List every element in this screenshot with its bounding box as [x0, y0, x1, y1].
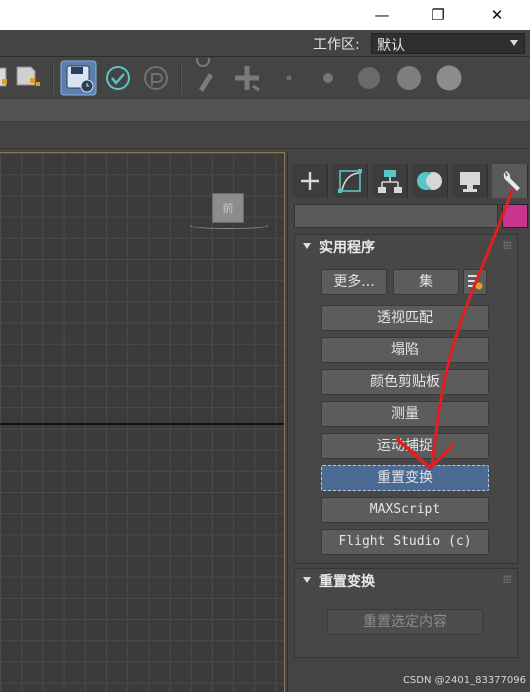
ribbon-strip	[0, 98, 530, 122]
object-name-field[interactable]	[294, 204, 498, 228]
main-toolbar	[0, 58, 530, 98]
brush-size-5-icon[interactable]	[436, 65, 462, 91]
tab-motion[interactable]	[412, 164, 448, 198]
hierarchy-icon	[378, 170, 402, 193]
utilities-rollout-header[interactable]: 实用程序	[295, 235, 517, 257]
display-monitor-icon	[460, 172, 480, 192]
tab-utilities[interactable]	[492, 164, 528, 198]
motion-capture-button[interactable]: 运动捕捉	[321, 433, 489, 459]
reset-xform-rollout: 重置变换 重置选定内容	[294, 568, 518, 658]
config-list-icon	[468, 275, 483, 290]
perspective-match-button[interactable]: 透视匹配	[321, 305, 489, 331]
autosave-icon[interactable]	[60, 60, 97, 96]
brush-size-2-icon[interactable]	[323, 73, 333, 83]
motion-icon	[417, 172, 442, 190]
brush-size-4-icon[interactable]	[397, 66, 421, 90]
configure-button-sets-button[interactable]	[463, 269, 487, 295]
viewport-label-strip	[0, 122, 530, 149]
drag-grip-icon[interactable]	[503, 575, 511, 583]
more-utilities-button[interactable]: 更多...	[321, 269, 387, 295]
command-panel: 实用程序 更多... 集 透视匹配 塌陷 颜色剪贴板 测量 运动捕捉 重置变换 …	[287, 152, 530, 692]
world-axis-line	[0, 423, 284, 425]
reset-xform-button[interactable]: 重置变换	[321, 465, 489, 491]
utilities-rollout: 实用程序 更多... 集 透视匹配 塌陷 颜色剪贴板 测量 运动捕捉 重置变换 …	[294, 234, 518, 564]
collapse-triangle-icon	[303, 243, 311, 249]
viewcube[interactable]: 前	[212, 193, 244, 223]
tab-display[interactable]	[452, 164, 488, 198]
close-button[interactable]: ✕	[482, 0, 512, 30]
workspace-bar: 工作区: 默认	[0, 30, 530, 57]
workspace-label: 工作区:	[313, 37, 360, 53]
maximize-button[interactable]: ❐	[423, 0, 453, 30]
rename-objects-icon[interactable]	[0, 67, 7, 87]
chevron-down-icon	[510, 40, 518, 46]
collapse-triangle-icon	[303, 577, 311, 583]
workspace-dropdown[interactable]: 默认	[371, 33, 525, 54]
object-color-swatch[interactable]	[502, 204, 528, 228]
minimize-button[interactable]: —	[367, 0, 397, 30]
move-plus-icon[interactable]	[235, 66, 260, 92]
maxscript-button[interactable]: MAXScript	[321, 497, 489, 523]
sets-button[interactable]: 集	[393, 269, 459, 295]
brush-size-1-icon[interactable]	[286, 75, 292, 81]
collapse-button[interactable]: 塌陷	[321, 337, 489, 363]
color-clipboard-button[interactable]: 颜色剪贴板	[321, 369, 489, 395]
modify-curve-icon	[338, 169, 362, 193]
watermark-text: CSDN @2401_83377096	[402, 675, 526, 686]
reset-xform-rollout-header[interactable]: 重置变换	[295, 569, 517, 591]
flight-studio-button[interactable]: Flight Studio (c)	[321, 529, 489, 555]
reset-xform-rollout-title: 重置变换	[319, 574, 375, 590]
workspace-dropdown-value: 默认	[377, 38, 405, 54]
viewcube-compass-ring[interactable]	[190, 223, 268, 229]
scene-explorer-icon[interactable]	[16, 66, 40, 86]
drag-grip-icon[interactable]	[503, 241, 511, 249]
reset-selected-button[interactable]: 重置选定内容	[327, 609, 483, 635]
toolbar-icons	[0, 58, 462, 96]
paint-brush-icon[interactable]	[196, 58, 213, 92]
utilities-rollout-title: 实用程序	[319, 240, 375, 256]
measure-button[interactable]: 测量	[321, 401, 489, 427]
tab-modify[interactable]	[332, 164, 368, 198]
command-panel-tabs	[292, 164, 530, 198]
tab-create[interactable]	[292, 164, 328, 198]
tab-hierarchy[interactable]	[372, 164, 408, 198]
viewcube-face-label: 前	[222, 202, 234, 215]
undo-history-icon[interactable]	[144, 66, 168, 90]
wrench-icon	[503, 171, 520, 191]
plus-icon	[301, 172, 319, 190]
title-bar: — ❐ ✕	[0, 0, 530, 30]
toolbar-separator	[52, 62, 54, 94]
perspective-viewport[interactable]: 前	[0, 152, 285, 692]
accept-icon[interactable]	[106, 66, 130, 90]
toolbar-separator	[180, 62, 182, 94]
brush-size-3-icon[interactable]	[358, 67, 380, 89]
